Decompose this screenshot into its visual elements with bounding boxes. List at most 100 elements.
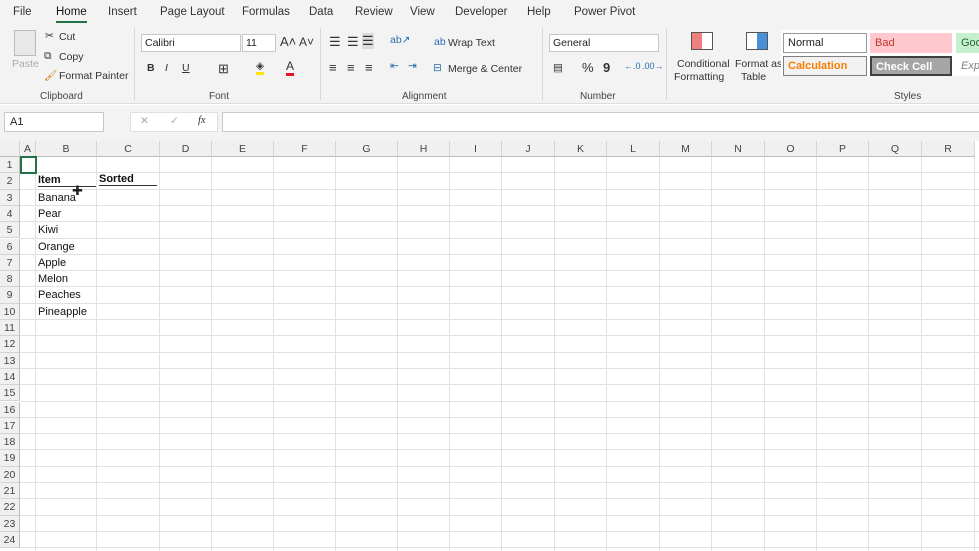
format-painter-button[interactable]: Format Painter <box>59 70 128 82</box>
row-header-23[interactable]: 23 <box>0 515 20 532</box>
enter-icon[interactable]: ✓ <box>170 115 179 127</box>
insert-function-button[interactable]: fx <box>198 115 206 126</box>
select-all-button[interactable] <box>0 141 20 157</box>
orientation-icon[interactable]: ab↗ <box>390 34 410 46</box>
row-header-20[interactable]: 20 <box>0 466 20 483</box>
format-as-table-line2[interactable]: Table <box>741 71 766 83</box>
align-center-icon[interactable]: ≡ <box>347 60 355 75</box>
selected-cell-a1[interactable] <box>20 156 37 174</box>
column-header-N[interactable]: N <box>712 141 765 157</box>
tab-developer[interactable]: Developer <box>455 6 507 18</box>
font-color-icon[interactable]: A <box>286 59 295 76</box>
style-calculation[interactable]: Calculation <box>783 56 867 76</box>
column-header-O[interactable]: O <box>765 141 817 157</box>
name-box[interactable]: A1 <box>4 112 104 132</box>
row-header-16[interactable]: 16 <box>0 401 20 418</box>
tab-view[interactable]: View <box>410 6 435 18</box>
column-header-E[interactable]: E <box>212 141 274 157</box>
align-top-icon[interactable]: ☰ <box>329 34 341 50</box>
merge-center-button[interactable]: Merge & Center <box>448 63 522 75</box>
style-good[interactable]: Goo <box>956 33 979 53</box>
column-header-L[interactable]: L <box>607 141 660 157</box>
row-header-13[interactable]: 13 <box>0 352 20 369</box>
column-header-J[interactable]: J <box>502 141 555 157</box>
cell-B7[interactable]: Apple <box>38 257 66 269</box>
style-normal[interactable]: Normal <box>783 33 867 53</box>
column-header-M[interactable]: M <box>660 141 712 157</box>
column-header-R[interactable]: R <box>922 141 975 157</box>
column-header-P[interactable]: P <box>817 141 869 157</box>
increase-indent-icon[interactable]: ⇥ <box>408 60 417 72</box>
row-header-21[interactable]: 21 <box>0 483 20 500</box>
font-size-select[interactable]: 11 <box>242 34 276 52</box>
column-header-G[interactable]: G <box>336 141 398 157</box>
align-middle-icon[interactable]: ☰ <box>347 34 359 50</box>
conditional-formatting-line1[interactable]: Conditional <box>677 58 730 70</box>
align-bottom-icon[interactable]: ☰ <box>362 33 374 49</box>
row-header-12[interactable]: 12 <box>0 336 20 353</box>
column-header-C[interactable]: C <box>97 141 160 157</box>
column-header-D[interactable]: D <box>160 141 212 157</box>
increase-decimal-icon[interactable]: ←.0 <box>624 61 641 71</box>
row-header-5[interactable]: 5 <box>0 222 20 239</box>
decrease-decimal-icon[interactable]: .00→ <box>642 61 664 71</box>
style-check-cell[interactable]: Check Cell <box>870 56 952 76</box>
cell-B3[interactable]: Banana <box>38 192 76 204</box>
percent-button[interactable]: % <box>582 60 594 75</box>
tab-page-layout[interactable]: Page Layout <box>160 6 225 18</box>
row-header-15[interactable]: 15 <box>0 385 20 402</box>
increase-font-icon[interactable]: A˄ <box>280 34 296 49</box>
row-header-4[interactable]: 4 <box>0 205 20 223</box>
bold-button[interactable]: B <box>147 62 155 74</box>
accounting-format-icon[interactable]: ▤ <box>553 62 563 74</box>
row-header-22[interactable]: 22 <box>0 499 20 516</box>
row-header-24[interactable]: 24 <box>0 531 20 549</box>
column-header-B[interactable]: B <box>36 141 97 157</box>
tab-data[interactable]: Data <box>309 6 333 18</box>
align-left-icon[interactable]: ≡ <box>329 60 337 75</box>
tab-help[interactable]: Help <box>527 6 551 18</box>
row-header-1[interactable]: 1 <box>0 157 20 174</box>
column-header-F[interactable]: F <box>274 141 336 157</box>
cell-B6[interactable]: Orange <box>38 241 75 253</box>
cell-B9[interactable]: Peaches <box>38 289 81 301</box>
row-header-14[interactable]: 14 <box>0 368 20 386</box>
cut-button[interactable]: Cut <box>59 31 75 43</box>
cancel-icon[interactable]: ✕ <box>140 115 149 127</box>
font-name-select[interactable]: Calibri <box>141 34 241 52</box>
row-header-7[interactable]: 7 <box>0 254 20 272</box>
column-header-H[interactable]: H <box>398 141 450 157</box>
tab-insert[interactable]: Insert <box>108 6 137 18</box>
copy-button[interactable]: Copy <box>59 51 84 63</box>
row-header-2[interactable]: 2 <box>0 173 20 190</box>
borders-icon[interactable]: ⊞ <box>218 61 229 77</box>
cell-B2[interactable]: Item <box>38 174 96 188</box>
cell-B4[interactable]: Pear <box>38 208 61 220</box>
row-header-6[interactable]: 6 <box>0 238 20 255</box>
column-header-A[interactable]: A <box>20 141 36 157</box>
cell-C2[interactable]: Sorted <box>99 173 157 187</box>
underline-button[interactable]: U <box>182 62 190 74</box>
fill-color-icon[interactable]: ◈ <box>256 60 265 75</box>
column-header-Q[interactable]: Q <box>869 141 922 157</box>
row-header-18[interactable]: 18 <box>0 434 20 451</box>
italic-button[interactable]: I <box>165 62 168 74</box>
tab-power-pivot[interactable]: Power Pivot <box>574 6 635 18</box>
format-as-table-line1[interactable]: Format as <box>735 58 782 70</box>
formula-input[interactable] <box>222 112 979 132</box>
cell-B8[interactable]: Melon <box>38 273 68 285</box>
row-header-8[interactable]: 8 <box>0 271 20 288</box>
tab-review[interactable]: Review <box>355 6 393 18</box>
wrap-text-button[interactable]: Wrap Text <box>448 37 495 49</box>
column-header-K[interactable]: K <box>555 141 607 157</box>
row-header-19[interactable]: 19 <box>0 450 20 467</box>
row-header-10[interactable]: 10 <box>0 303 20 320</box>
row-header-3[interactable]: 3 <box>0 189 20 206</box>
style-explanatory[interactable]: Exp <box>956 56 979 76</box>
comma-button[interactable]: 9 <box>603 60 610 75</box>
style-bad[interactable]: Bad <box>870 33 952 53</box>
cell-B5[interactable]: Kiwi <box>38 224 58 236</box>
number-format-select[interactable]: General <box>549 34 659 52</box>
row-header-9[interactable]: 9 <box>0 287 20 304</box>
tab-file[interactable]: File <box>13 6 32 18</box>
